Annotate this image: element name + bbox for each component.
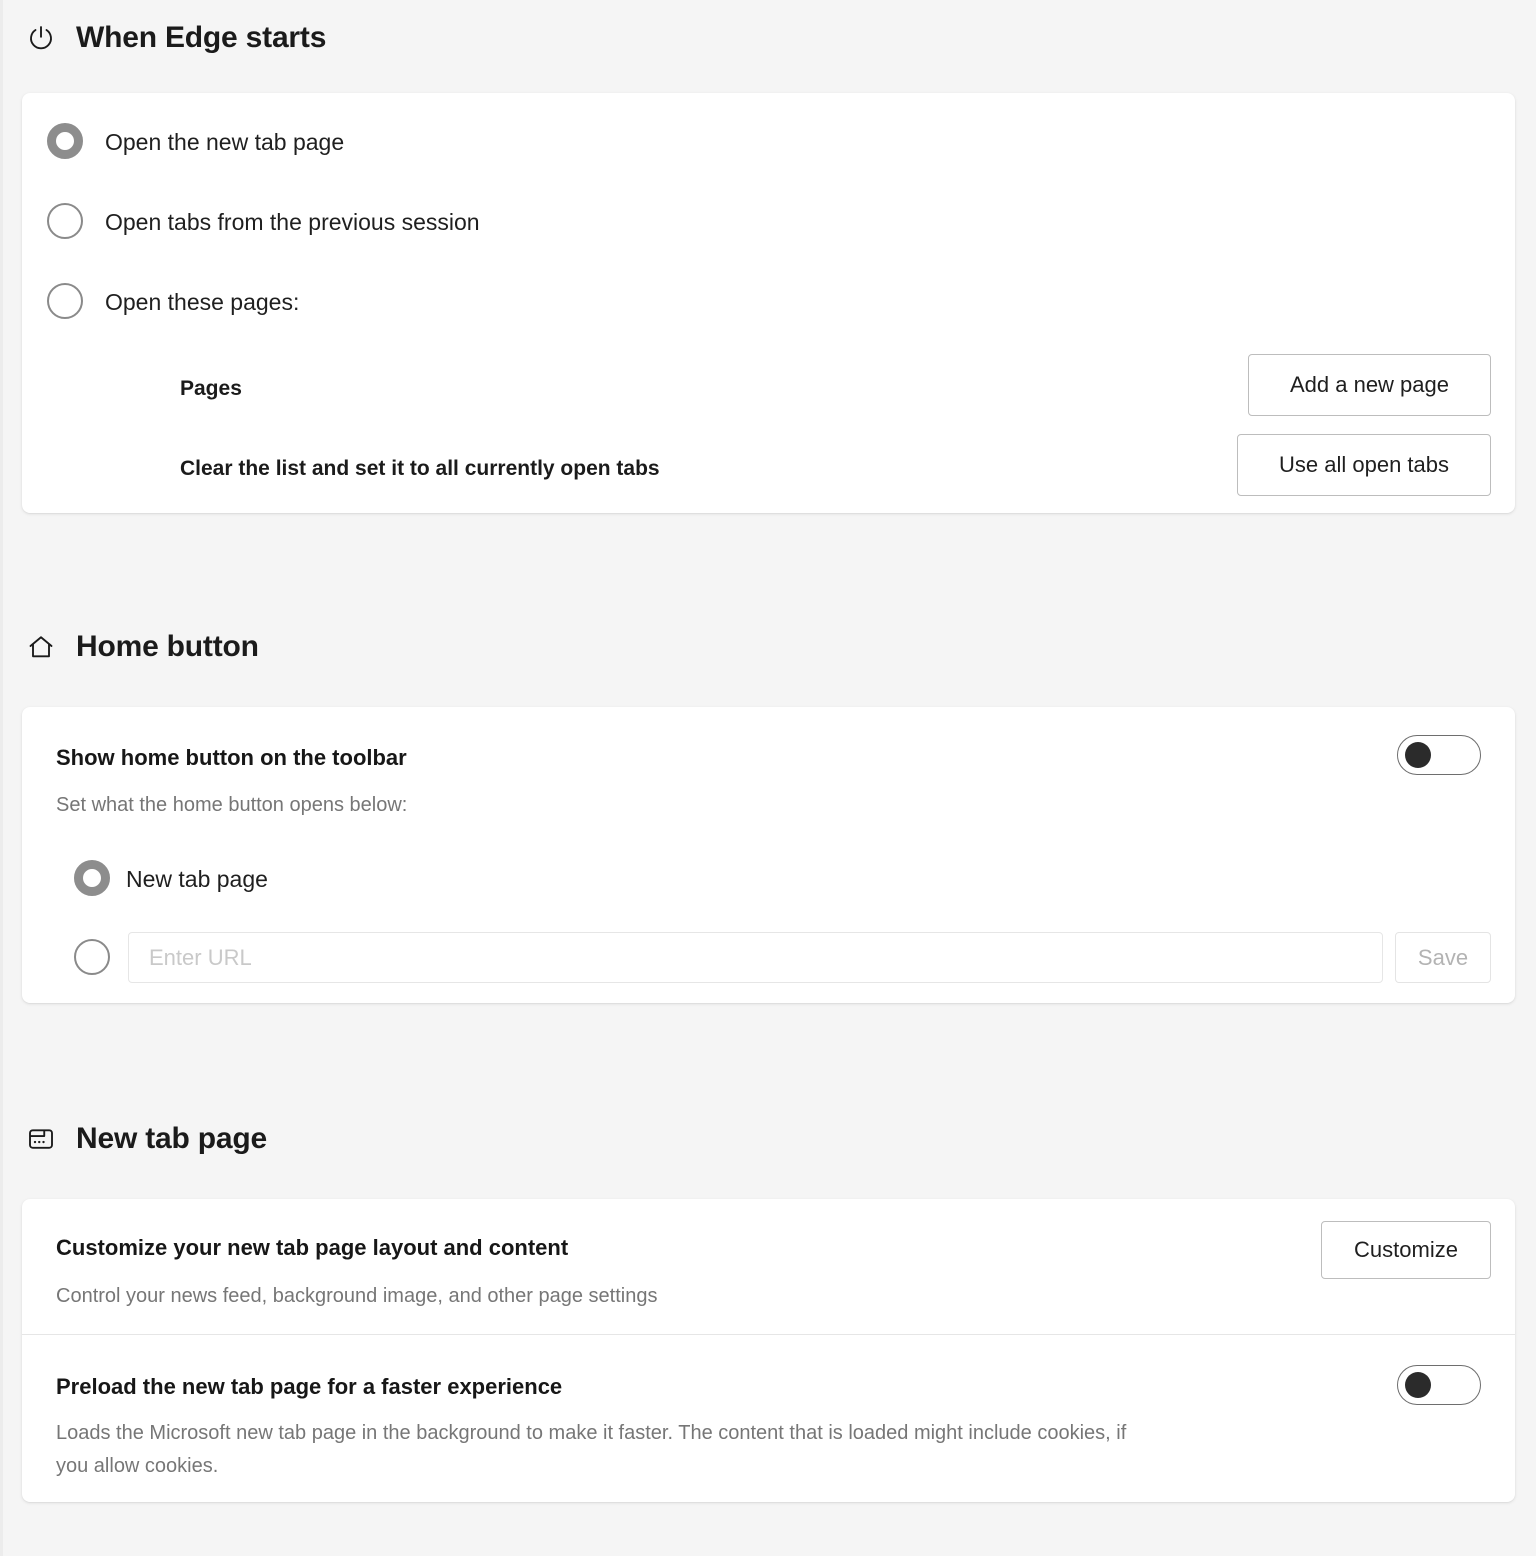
home-button-card: Show home button on the toolbar Set what…: [22, 707, 1515, 1003]
preload-new-tab-page-toggle[interactable]: [1397, 1365, 1481, 1405]
preload-row-title: Preload the new tab page for a faster ex…: [56, 1376, 562, 1398]
radio-home-new-tab-page[interactable]: [74, 860, 110, 896]
toggle-knob: [1405, 1372, 1431, 1398]
add-a-new-page-button[interactable]: Add a new page: [1248, 354, 1491, 416]
section-title: When Edge starts: [76, 23, 326, 53]
home-url-input[interactable]: [128, 932, 1383, 983]
customize-button[interactable]: Customize: [1321, 1221, 1491, 1279]
radio-open-new-tab-page[interactable]: [47, 123, 83, 159]
radio-open-previous-session[interactable]: [47, 203, 83, 239]
radio-label-open-new-tab-page[interactable]: Open the new tab page: [105, 131, 344, 154]
radio-label-open-these-pages[interactable]: Open these pages:: [105, 291, 299, 314]
startup-options-card: Open the new tab page Open tabs from the…: [22, 93, 1515, 513]
show-home-button-subtitle: Set what the home button opens below:: [56, 792, 407, 819]
save-url-button[interactable]: Save: [1395, 932, 1491, 983]
toggle-knob: [1405, 742, 1431, 768]
section-title: New tab page: [76, 1124, 267, 1154]
browser-window-icon: [24, 1122, 58, 1156]
left-edge-strip: [0, 0, 3, 1556]
new-tab-page-card: Customize your new tab page layout and c…: [22, 1199, 1515, 1502]
radio-home-custom-url[interactable]: [74, 939, 110, 975]
clear-list-row-label: Clear the list and set it to all current…: [180, 458, 660, 479]
section-header-home-button: Home button: [24, 630, 259, 664]
edge-settings-startup-page: When Edge starts Open the new tab page O…: [0, 0, 1536, 1556]
section-header-new-tab-page: New tab page: [24, 1122, 267, 1156]
card-divider: [22, 1334, 1515, 1335]
section-header-when-edge-starts: When Edge starts: [24, 21, 326, 55]
radio-label-open-previous-session[interactable]: Open tabs from the previous session: [105, 211, 480, 234]
radio-open-these-pages[interactable]: [47, 283, 83, 319]
use-all-open-tabs-button[interactable]: Use all open tabs: [1237, 434, 1491, 496]
customize-row-subtitle: Control your news feed, background image…: [56, 1283, 657, 1310]
pages-row-label: Pages: [180, 378, 242, 399]
section-title: Home button: [76, 632, 259, 662]
show-home-button-toggle[interactable]: [1397, 735, 1481, 775]
home-icon: [24, 630, 58, 664]
customize-row-title: Customize your new tab page layout and c…: [56, 1237, 568, 1259]
radio-label-home-new-tab-page[interactable]: New tab page: [126, 868, 268, 891]
power-icon: [24, 21, 58, 55]
show-home-button-title: Show home button on the toolbar: [56, 747, 407, 769]
preload-row-subtitle-line1: Loads the Microsoft new tab page in the …: [56, 1420, 1126, 1447]
preload-row-subtitle-line2: you allow cookies.: [56, 1453, 218, 1480]
